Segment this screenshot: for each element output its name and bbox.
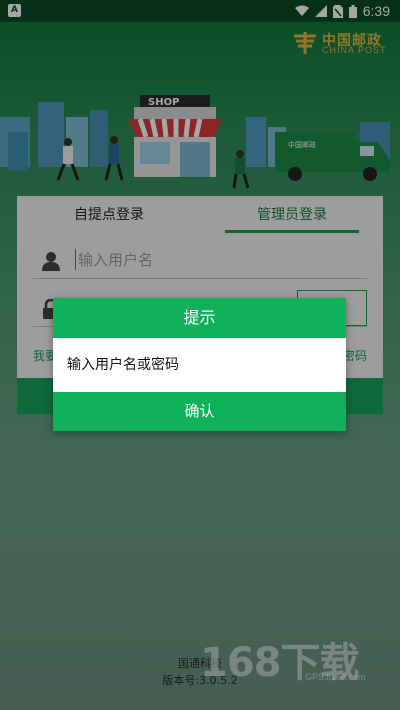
confirm-button[interactable]: 确认 (53, 392, 346, 431)
alert-dialog: 提示 输入用户名或密码 确认 (53, 298, 346, 431)
dialog-title: 提示 (53, 298, 346, 338)
dialog-message: 输入用户名或密码 (67, 357, 179, 373)
